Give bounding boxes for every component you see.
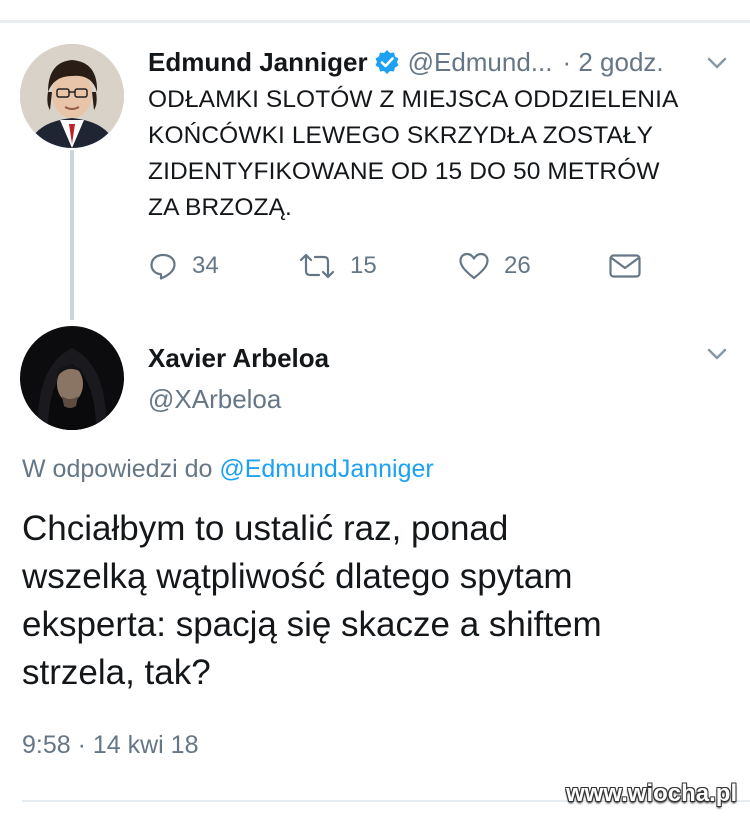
- reply-context: W odpowiedzi do @EdmundJanniger: [22, 455, 434, 484]
- author-name[interactable]: Edmund Janniger: [148, 47, 368, 78]
- tweet-text-line: KOŃCÓWKI LEWEGO SKRZYDŁA ZOSTAŁY: [148, 122, 654, 149]
- direct-message-button[interactable]: [608, 248, 642, 284]
- retweet-button[interactable]: 15: [298, 248, 377, 284]
- tweet-text-line: ZA BRZOZĄ.: [148, 194, 292, 221]
- like-heart-icon: [458, 251, 490, 281]
- avatar-edmund-janniger[interactable]: [20, 44, 124, 148]
- chevron-down-icon[interactable]: [705, 55, 729, 71]
- author-name[interactable]: Xavier Arbeloa: [148, 343, 329, 374]
- tweet-time[interactable]: · 2 godz.: [562, 47, 663, 78]
- top-divider: [0, 20, 750, 23]
- reply-icon: [148, 251, 178, 281]
- tweet-text-line: eksperta: spacją się skacze a shiftem: [22, 605, 602, 644]
- thread-connector-line: [70, 150, 74, 320]
- tweet-text-line: strzela, tak?: [22, 653, 211, 692]
- reply-button[interactable]: 34: [148, 248, 219, 284]
- tweet1-text: ODŁAMKI SLOTÓW Z MIEJSCA ODDZIELENIA KOŃ…: [148, 82, 738, 226]
- like-count: 26: [504, 252, 531, 279]
- reply-prefix: W odpowiedzi do: [22, 455, 213, 483]
- tweet-timestamp[interactable]: 9:58 · 14 kwi 18: [22, 731, 199, 760]
- tweet-text-line: Chciałbym to ustalić raz, ponad: [22, 509, 509, 548]
- retweet-icon: [298, 251, 336, 281]
- site-watermark: www.wiocha.pl: [566, 780, 738, 807]
- like-button[interactable]: 26: [458, 248, 531, 284]
- author-handle[interactable]: @XArbeloa: [148, 384, 281, 415]
- avatar-xavier-arbeloa[interactable]: [20, 326, 124, 430]
- direct-message-icon: [608, 252, 642, 280]
- tweet-text-line: ZIDENTYFIKOWANE OD 15 DO 50 METRÓW: [148, 158, 660, 185]
- tweet-text-line: ODŁAMKI SLOTÓW Z MIEJSCA ODDZIELENIA: [148, 86, 679, 113]
- chevron-down-icon[interactable]: [705, 346, 729, 362]
- tweet2-text: Chciałbym to ustalić raz, ponad wszelką …: [22, 505, 742, 697]
- tweet-text-line: wszelką wątpliwość dlatego spytam: [22, 557, 573, 596]
- tweet1-action-bar: 34 15 26: [148, 248, 668, 284]
- reply-count: 34: [192, 252, 219, 279]
- reply-target-link[interactable]: @EdmundJanniger: [219, 455, 433, 483]
- tweet1-header: Edmund Janniger @Edmund... · 2 godz.: [148, 42, 664, 82]
- verified-badge-icon: [374, 49, 400, 75]
- author-handle[interactable]: @Edmund...: [408, 47, 553, 78]
- retweet-count: 15: [350, 252, 377, 279]
